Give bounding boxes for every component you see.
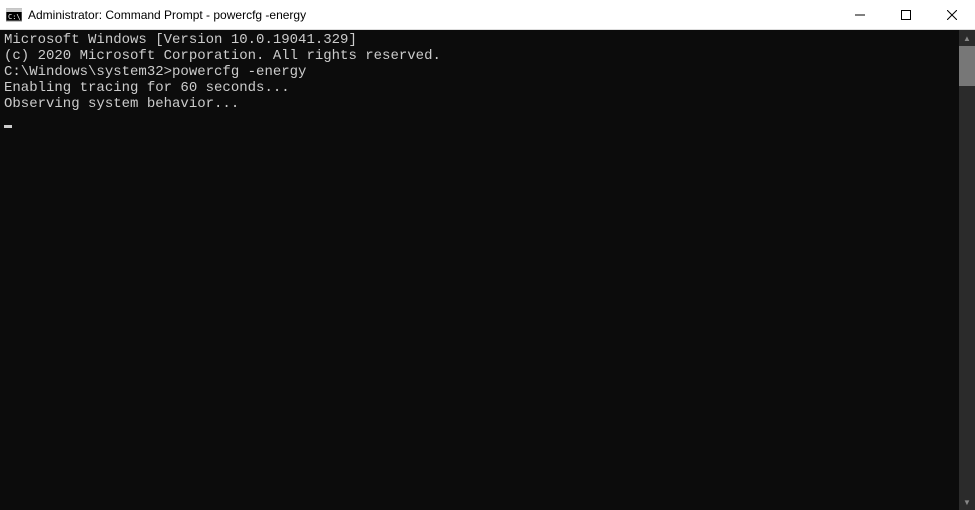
output-line: Enabling tracing for 60 seconds... [4,80,955,96]
output-line: (c) 2020 Microsoft Corporation. All righ… [4,48,955,64]
vertical-scrollbar[interactable]: ▲ ▼ [959,30,975,510]
window-controls [837,0,975,29]
svg-text:C:\: C:\ [8,13,21,21]
prompt-line: C:\Windows\system32>powercfg -energy [4,64,955,80]
close-button[interactable] [929,0,975,29]
output-line: Microsoft Windows [Version 10.0.19041.32… [4,32,955,48]
command-prompt-window: C:\ Administrator: Command Prompt - powe… [0,0,975,510]
scroll-up-arrow[interactable]: ▲ [959,30,975,46]
minimize-button[interactable] [837,0,883,29]
titlebar[interactable]: C:\ Administrator: Command Prompt - powe… [0,0,975,30]
scroll-down-arrow[interactable]: ▼ [959,494,975,510]
output-line: Observing system behavior... [4,96,955,112]
terminal-output[interactable]: Microsoft Windows [Version 10.0.19041.32… [0,30,959,510]
maximize-button[interactable] [883,0,929,29]
scrollbar-thumb[interactable] [959,46,975,86]
cursor [4,125,12,128]
cmd-icon: C:\ [6,7,22,23]
window-title: Administrator: Command Prompt - powercfg… [28,8,837,22]
terminal-area: Microsoft Windows [Version 10.0.19041.32… [0,30,975,510]
